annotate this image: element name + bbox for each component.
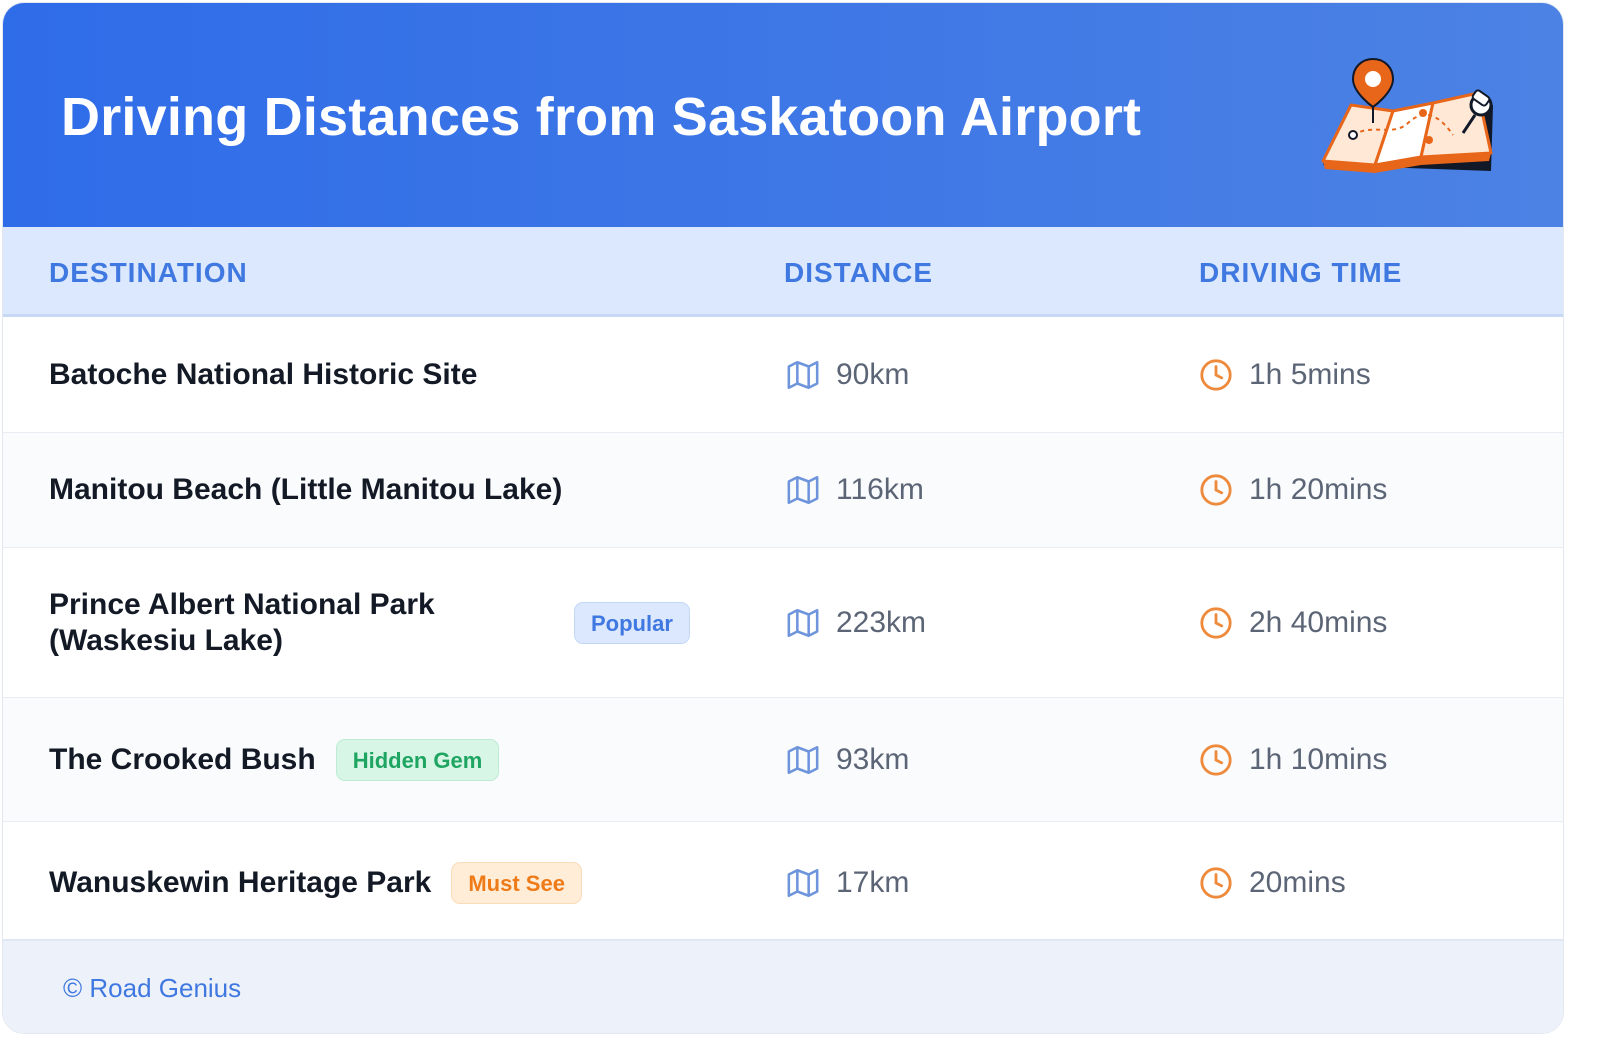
table-row: Manitou Beach (Little Manitou Lake) 116k… [3, 433, 1563, 548]
clock-icon [1200, 606, 1232, 639]
map-pin-illustration-icon [1321, 57, 1493, 173]
map-icon [787, 608, 819, 637]
column-header-driving-time: DRIVING TIME [1199, 257, 1403, 288]
driving-time-cell: 1h 20mins [1199, 433, 1387, 547]
table-row: The Crooked Bush Hidden Gem 93km 1h 10mi… [3, 698, 1563, 822]
destination-cell: Wanuskewin Heritage Park Must See [49, 822, 582, 944]
distance-value: 116km [836, 473, 924, 506]
distance-cell: 93km [786, 698, 909, 821]
driving-time-cell: 20mins [1199, 822, 1346, 944]
destination-cell: Prince Albert National Park (Waskesiu La… [49, 548, 469, 697]
map-icon [787, 360, 819, 389]
column-header-distance: DISTANCE [784, 257, 934, 288]
distance-value: 223km [836, 605, 927, 639]
clock-icon [1200, 474, 1232, 506]
driving-time-value: 2h 40mins [1249, 605, 1388, 639]
distance-cell: 17km [786, 822, 909, 944]
distance-value: 93km [836, 742, 910, 776]
clock-icon [1200, 358, 1232, 391]
table-column-headers: DESTINATION DISTANCE DRIVING TIME [3, 227, 1563, 317]
destination-cell: Batoche National Historic Site [49, 317, 477, 432]
table-row: Batoche National Historic Site 90km 1h 5… [3, 317, 1563, 433]
destination-name: Wanuskewin Heritage Park [49, 866, 432, 899]
distance-value: 90km [836, 357, 910, 391]
footer: © Road Genius [3, 939, 1563, 1033]
driving-time-value: 20mins [1249, 866, 1346, 899]
table-row: Prince Albert National Park (Waskesiu La… [3, 548, 1563, 698]
map-icon [787, 475, 819, 505]
page-title: Driving Distances from Saskatoon Airport [61, 87, 1142, 147]
clock-icon [1200, 867, 1232, 899]
table-row: Wanuskewin Heritage Park Must See 17km 2… [3, 822, 1563, 944]
distance-value: 17km [836, 866, 910, 899]
distance-cell: 223km [786, 548, 926, 697]
destination-cell: The Crooked Bush Hidden Gem [49, 698, 500, 821]
driving-time-cell: 1h 10mins [1199, 698, 1387, 821]
driving-time-value: 1h 20mins [1249, 473, 1388, 506]
driving-time-value: 1h 10mins [1249, 742, 1388, 776]
copyright-credit: © Road Genius [63, 973, 242, 1003]
destination-name: Manitou Beach (Little Manitou Lake) [49, 473, 563, 506]
distance-cell: 90km [786, 317, 909, 432]
driving-time-cell: 1h 5mins [1199, 317, 1371, 432]
destination-cell: Manitou Beach (Little Manitou Lake) [49, 433, 562, 547]
driving-time-cell: 2h 40mins [1199, 548, 1387, 697]
destination-name: The Crooked Bush [49, 742, 316, 776]
column-header-destination: DESTINATION [49, 257, 248, 288]
driving-time-value: 1h 5mins [1249, 357, 1371, 391]
destination-name: Batoche National Historic Site [49, 357, 478, 391]
clock-icon [1200, 743, 1232, 776]
popular-badge: Popular [574, 601, 690, 644]
map-icon [787, 745, 819, 774]
must-see-badge: Must See [451, 862, 582, 904]
map-icon [787, 868, 819, 898]
destination-name: Prince Albert National Park (Waskesiu La… [49, 587, 435, 657]
distance-cell: 116km [786, 433, 924, 547]
distance-table-card: Driving Distances from Saskatoon Airport [2, 2, 1564, 1034]
hidden-gem-badge: Hidden Gem [335, 738, 500, 781]
table-header-banner: Driving Distances from Saskatoon Airport [3, 3, 1563, 227]
